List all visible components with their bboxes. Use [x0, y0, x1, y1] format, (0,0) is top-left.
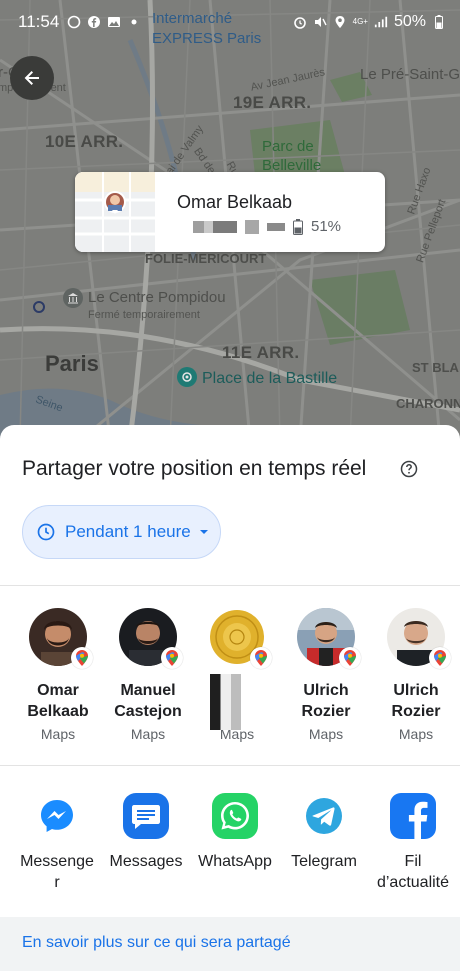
facebook-notification-icon [87, 15, 101, 29]
location-card-battery: 51% [311, 218, 342, 235]
map-label-st-bla: ST BLA [412, 360, 459, 375]
contact-ulrich-rozier-2[interactable]: Ulrich Rozier Maps [371, 608, 460, 742]
battery-icon [293, 218, 303, 235]
contact-name-line1: Ulrich [303, 682, 349, 699]
location-card-name: Omar Belkaab [177, 192, 293, 212]
landmark-icon [177, 367, 197, 387]
contact-app: Maps [308, 726, 344, 742]
metro-icon [33, 301, 45, 313]
maps-badge-icon [250, 647, 272, 669]
messenger-icon [34, 793, 80, 839]
whatsapp-notification-icon [67, 15, 81, 29]
contacts-row: Omar Belkaab Maps Manuel Castejon Maps M… [0, 608, 460, 758]
status-battery-text: 50% [393, 13, 426, 30]
map-label-pompidou[interactable]: Le Centre Pompidou [88, 289, 226, 306]
redacted-text [245, 219, 259, 234]
app-label-line1: Telegram [291, 853, 357, 870]
location-card[interactable]: Omar Belkaab 51% [75, 172, 385, 252]
arrow-back-icon [24, 71, 39, 85]
redacted-text [267, 222, 285, 231]
map-view[interactable]: Intermarché EXPRESS Paris Le Pré-Saint-G… [0, 0, 460, 440]
app-label-line1: Messenge [20, 853, 94, 870]
contact-name-line2: Rozier [391, 703, 441, 720]
app-facebook-feed[interactable]: Fil d’actualité [367, 793, 459, 893]
maps-badge-icon [429, 647, 451, 669]
map-label-19e-arr: 19E ARR. [233, 93, 312, 112]
app-label-line1: Fil [404, 853, 422, 870]
app-telegram[interactable]: Telegram [278, 793, 370, 872]
contact-name-line2: Belkaab [27, 703, 89, 720]
dot-icon [127, 15, 141, 29]
avatar [119, 608, 183, 669]
avatar [387, 608, 451, 669]
redacted-text [193, 220, 237, 233]
maps-badge-icon [339, 647, 361, 669]
apps-row: Messenge r Messages WhatsApp Telegram Fil… [0, 785, 460, 905]
status-time: 11:54 [18, 12, 60, 31]
duration-dropdown[interactable]: Pendant 1 heure [22, 505, 221, 559]
duration-label: Pendant 1 heure [65, 522, 191, 541]
contact-name-line2: Castejon [114, 703, 182, 720]
map-label-bastille[interactable]: Place de la Bastille [202, 370, 337, 388]
contact-redacted[interactable]: Yn Maps [192, 608, 282, 742]
signal-icon [374, 15, 388, 29]
avatar [208, 608, 272, 669]
contact-app: Maps [130, 726, 166, 742]
maps-badge-icon [71, 647, 93, 669]
chevron-down-icon [199, 530, 208, 534]
footer-bar: En savoir plus sur ce qui sera partagé [0, 917, 460, 971]
location-status-icon [333, 15, 347, 29]
contact-omar-belkaab[interactable]: Omar Belkaab Maps [13, 608, 103, 742]
map-label-folie-mericourt: FOLIE-MERICOURT [145, 251, 267, 266]
network-type: 4G+ [352, 17, 368, 26]
map-label-parc: Parc de [262, 138, 314, 155]
status-bar: 11:54 4G+ 50% [0, 0, 460, 44]
avatar [29, 608, 93, 669]
mute-icon [313, 15, 327, 29]
contact-name-line1: Omar [37, 682, 79, 699]
app-label-line1: Messages [109, 853, 183, 870]
app-label-line1: WhatsApp [198, 853, 272, 870]
alarm-icon [293, 15, 307, 29]
map-label-charonne: CHARONN [396, 396, 460, 411]
clock-icon [37, 523, 55, 541]
contact-name-line1: Ulrich [393, 682, 439, 699]
gallery-notification-icon [107, 15, 121, 29]
app-messenger[interactable]: Messenge r [11, 793, 103, 893]
share-sheet: Partager votre position en temps réel Pe… [0, 425, 460, 971]
back-button[interactable] [10, 56, 54, 100]
location-card-meta: 51% [193, 218, 341, 235]
app-label-line2: d’actualité [376, 874, 450, 891]
app-messages[interactable]: Messages [100, 793, 192, 872]
map-label-le-pre-saint: Le Pré-Saint-G [360, 66, 460, 83]
mini-map [75, 172, 155, 252]
app-label-line2: r [54, 874, 60, 891]
contact-app: Maps [40, 726, 76, 742]
museum-icon [63, 288, 83, 308]
maps-badge-icon [161, 647, 183, 669]
map-label-11e-arr: 11E ARR. [222, 343, 300, 362]
map-label-paris: Paris [45, 351, 99, 376]
divider [0, 765, 460, 766]
help-icon[interactable] [400, 460, 418, 478]
app-whatsapp[interactable]: WhatsApp [189, 793, 281, 872]
whatsapp-icon [212, 793, 258, 839]
redaction-block [210, 674, 262, 730]
contact-name-line1: Manuel [120, 682, 176, 699]
contact-name-line2: Rozier [301, 703, 351, 720]
learn-more-link[interactable]: En savoir plus sur ce qui sera partagé [22, 934, 291, 952]
telegram-icon [301, 793, 347, 839]
contact-app: Maps [398, 726, 434, 742]
divider [0, 585, 460, 586]
map-label-10e-arr: 10E ARR. [45, 132, 124, 151]
map-label-pompidou-sub: Fermé temporairement [88, 309, 200, 321]
messages-icon [123, 793, 169, 839]
battery-icon [432, 15, 446, 29]
sheet-title: Partager votre position en temps réel [22, 457, 367, 480]
avatar [297, 608, 361, 669]
contact-ulrich-rozier[interactable]: Ulrich Rozier Maps [281, 608, 371, 742]
contact-manuel-castejon[interactable]: Manuel Castejon Maps [103, 608, 193, 742]
facebook-icon [390, 793, 436, 839]
